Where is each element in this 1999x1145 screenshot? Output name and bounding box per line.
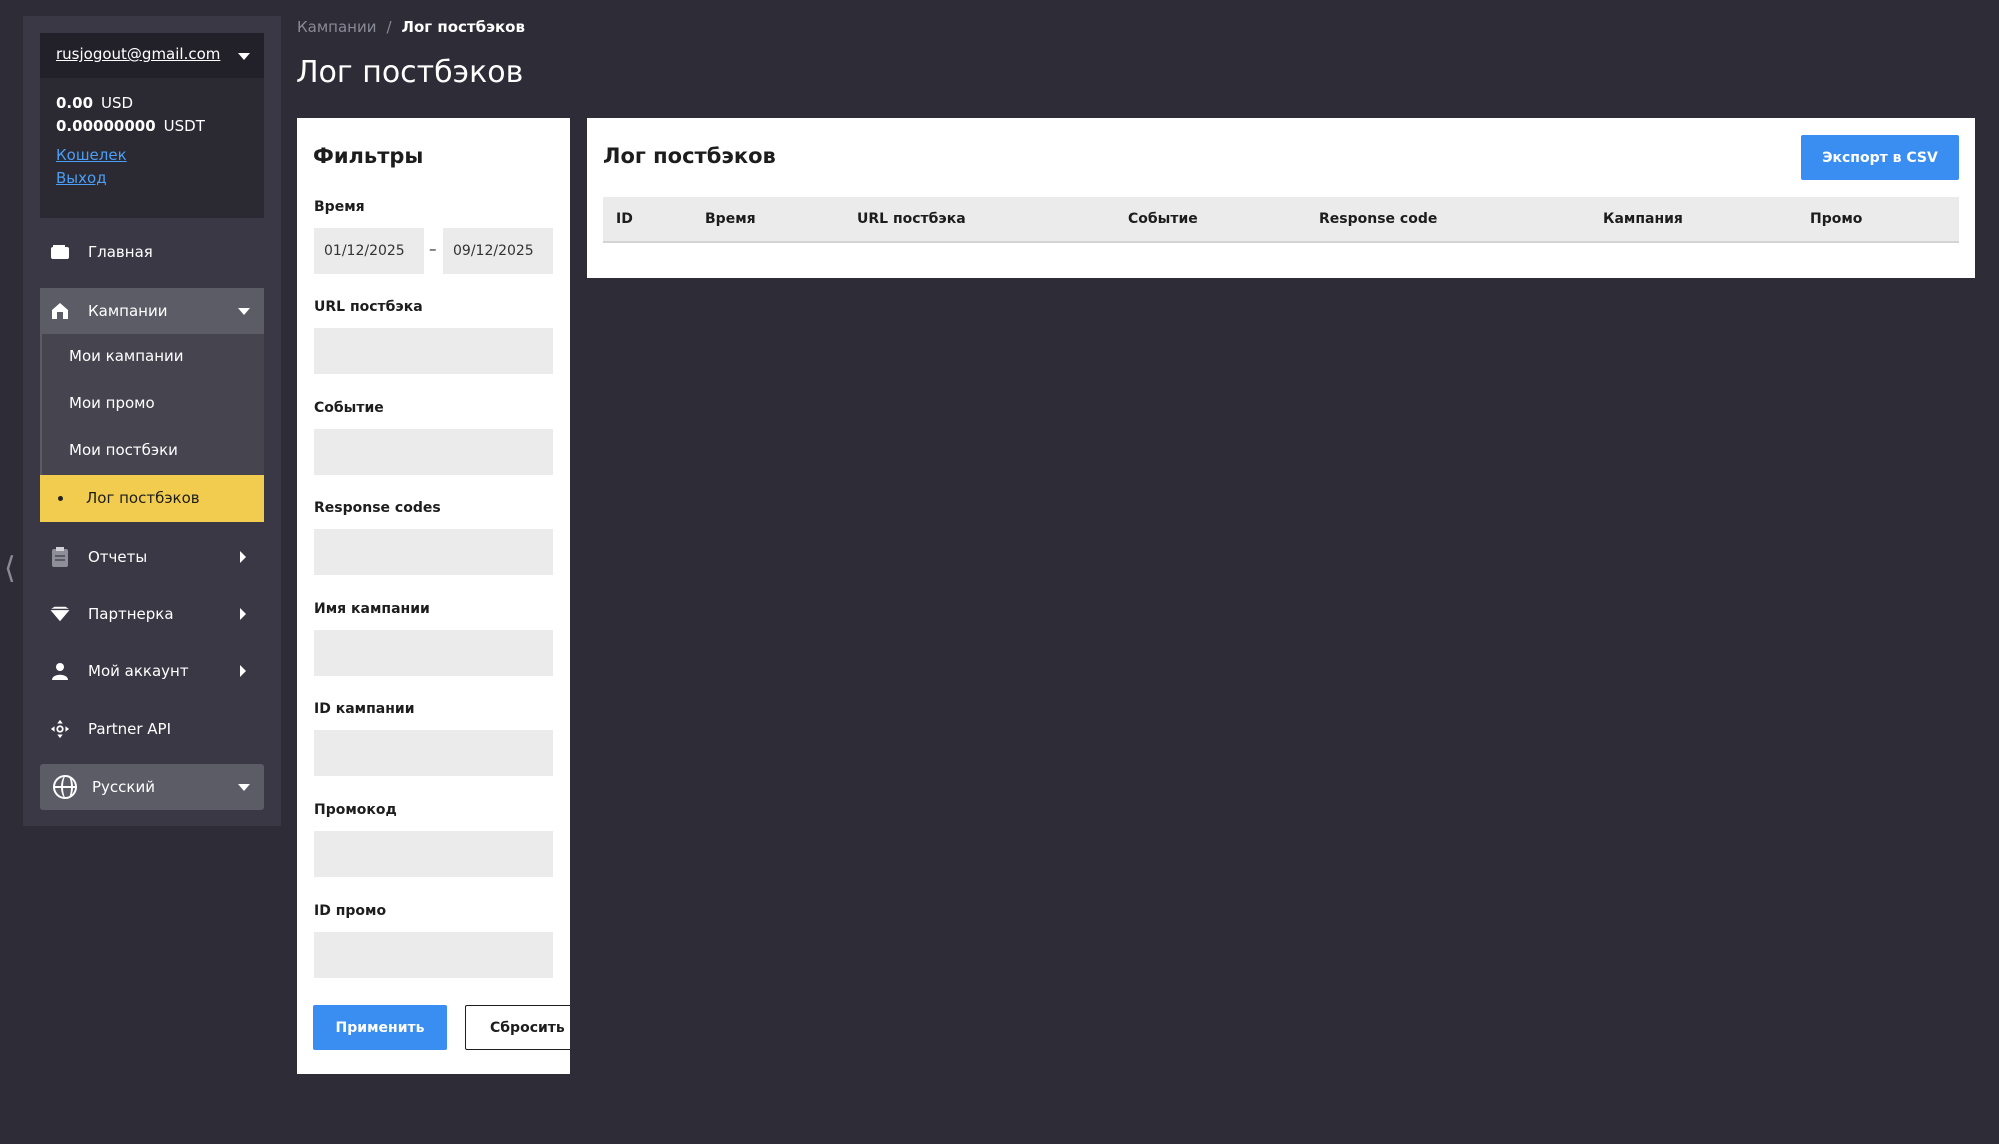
filters-title: Фильтры xyxy=(313,144,424,168)
submenu-item-postback-log[interactable]: Лог постбэков xyxy=(40,475,264,522)
date-separator: – xyxy=(429,240,437,258)
submenu-item-label: Лог постбэков xyxy=(86,489,200,507)
breadcrumb-separator: / xyxy=(386,18,392,36)
chevron-right-icon xyxy=(240,665,246,677)
sidebar-item-label: Кампании xyxy=(88,302,168,320)
wallet-link[interactable]: Кошелек xyxy=(56,146,127,164)
clipboard-icon xyxy=(50,547,70,567)
event-label: Событие xyxy=(314,400,384,416)
submenu-item-my-promo[interactable]: Мои промо xyxy=(69,394,155,412)
logout-link[interactable]: Выход xyxy=(56,169,107,187)
promo-code-input[interactable] xyxy=(314,831,553,877)
user-icon xyxy=(50,661,70,681)
submenu-item-my-campaigns[interactable]: Мои кампании xyxy=(69,347,184,365)
response-codes-label: Response codes xyxy=(314,500,441,516)
account-card: rusjogout@gmail.com 0.00 USD 0.00000000 US… xyxy=(40,33,264,218)
diamond-icon xyxy=(50,604,70,624)
postback-url-label: URL постбэка xyxy=(314,299,423,315)
sidebar-item-label: Отчеты xyxy=(88,548,148,566)
promo-id-input[interactable] xyxy=(314,932,553,978)
column-header-promo[interactable]: Промо xyxy=(1810,211,1862,227)
filters-panel: Фильтры Время – URL постбэка Событие Res… xyxy=(297,118,570,1074)
campaign-id-label: ID кампании xyxy=(314,701,415,717)
column-header-campaign[interactable]: Кампания xyxy=(1603,211,1683,227)
sidebar-item-partner[interactable]: Партнерка xyxy=(40,591,264,637)
bullet-icon xyxy=(58,496,63,501)
promo-code-label: Промокод xyxy=(314,802,397,818)
breadcrumb: Кампании / Лог постбэков xyxy=(297,18,525,36)
chevron-down-icon xyxy=(238,53,250,60)
campaign-id-input[interactable] xyxy=(314,730,553,776)
reset-button[interactable]: Сбросить xyxy=(465,1005,570,1050)
globe-icon xyxy=(53,775,77,799)
sidebar-item-reports[interactable]: Отчеты xyxy=(40,534,264,580)
postback-log-panel: Лог постбэков Экспорт в CSV ID Время URL… xyxy=(587,118,1975,278)
sidebar-item-campaigns[interactable]: Кампании xyxy=(40,288,264,334)
response-codes-input[interactable] xyxy=(314,529,553,575)
breadcrumb-parent[interactable]: Кампании xyxy=(297,18,376,36)
column-header-event[interactable]: Событие xyxy=(1128,211,1198,227)
export-csv-button[interactable]: Экспорт в CSV xyxy=(1801,135,1959,180)
chevron-down-icon xyxy=(238,784,250,791)
balance-amount: 0.00000000 xyxy=(56,117,156,135)
wallet-icon xyxy=(50,242,70,262)
home-icon xyxy=(50,301,70,321)
column-header-response-code[interactable]: Response code xyxy=(1319,211,1437,227)
breadcrumb-current: Лог постбэков xyxy=(401,18,525,36)
time-label: Время xyxy=(314,199,365,215)
sidebar-item-account[interactable]: Мой аккаунт xyxy=(40,648,264,694)
sidebar-item-label: Partner API xyxy=(88,720,172,738)
account-dropdown[interactable]: rusjogout@gmail.com xyxy=(40,33,264,78)
column-header-id[interactable]: ID xyxy=(616,211,633,227)
balance-usd: 0.00 USD xyxy=(56,94,133,112)
promo-id-label: ID промо xyxy=(314,903,387,919)
table-header: ID Время URL постбэка Событие Response c… xyxy=(603,197,1959,243)
apply-button[interactable]: Применить xyxy=(313,1005,447,1050)
sidebar-item-home[interactable]: Главная xyxy=(40,229,264,275)
sidebar-item-label: Партнерка xyxy=(88,605,174,623)
log-title: Лог постбэков xyxy=(603,144,776,168)
balance-currency: USD xyxy=(101,94,134,112)
campaign-name-input[interactable] xyxy=(314,630,553,676)
chevron-right-icon xyxy=(240,608,246,620)
date-to-input[interactable] xyxy=(443,228,553,274)
balance-usdt: 0.00000000 USDT xyxy=(56,117,205,135)
page-title: Лог постбэков xyxy=(296,55,524,90)
sidebar-item-partner-api[interactable]: Partner API xyxy=(40,706,264,752)
sidebar-item-label: Главная xyxy=(88,243,153,261)
postback-url-input[interactable] xyxy=(314,328,553,374)
column-header-time[interactable]: Время xyxy=(705,211,756,227)
language-label: Русский xyxy=(92,778,155,796)
account-email[interactable]: rusjogout@gmail.com xyxy=(56,45,220,63)
date-from-input[interactable] xyxy=(314,228,424,274)
balance-currency: USDT xyxy=(163,117,205,135)
sidebar-collapse-icon[interactable]: ⟨ xyxy=(4,552,18,586)
chevron-down-icon xyxy=(238,308,250,315)
api-icon xyxy=(50,719,70,739)
submenu-item-my-postbacks[interactable]: Мои постбэки xyxy=(69,441,178,459)
campaign-name-label: Имя кампании xyxy=(314,601,430,617)
language-select[interactable]: Русский xyxy=(40,764,264,810)
sidebar: rusjogout@gmail.com 0.00 USD 0.00000000 US… xyxy=(23,16,281,826)
event-input[interactable] xyxy=(314,429,553,475)
balance-amount: 0.00 xyxy=(56,94,94,112)
sidebar-item-label: Мой аккаунт xyxy=(88,662,189,680)
chevron-right-icon xyxy=(240,551,246,563)
column-header-postback-url[interactable]: URL постбэка xyxy=(857,211,966,227)
